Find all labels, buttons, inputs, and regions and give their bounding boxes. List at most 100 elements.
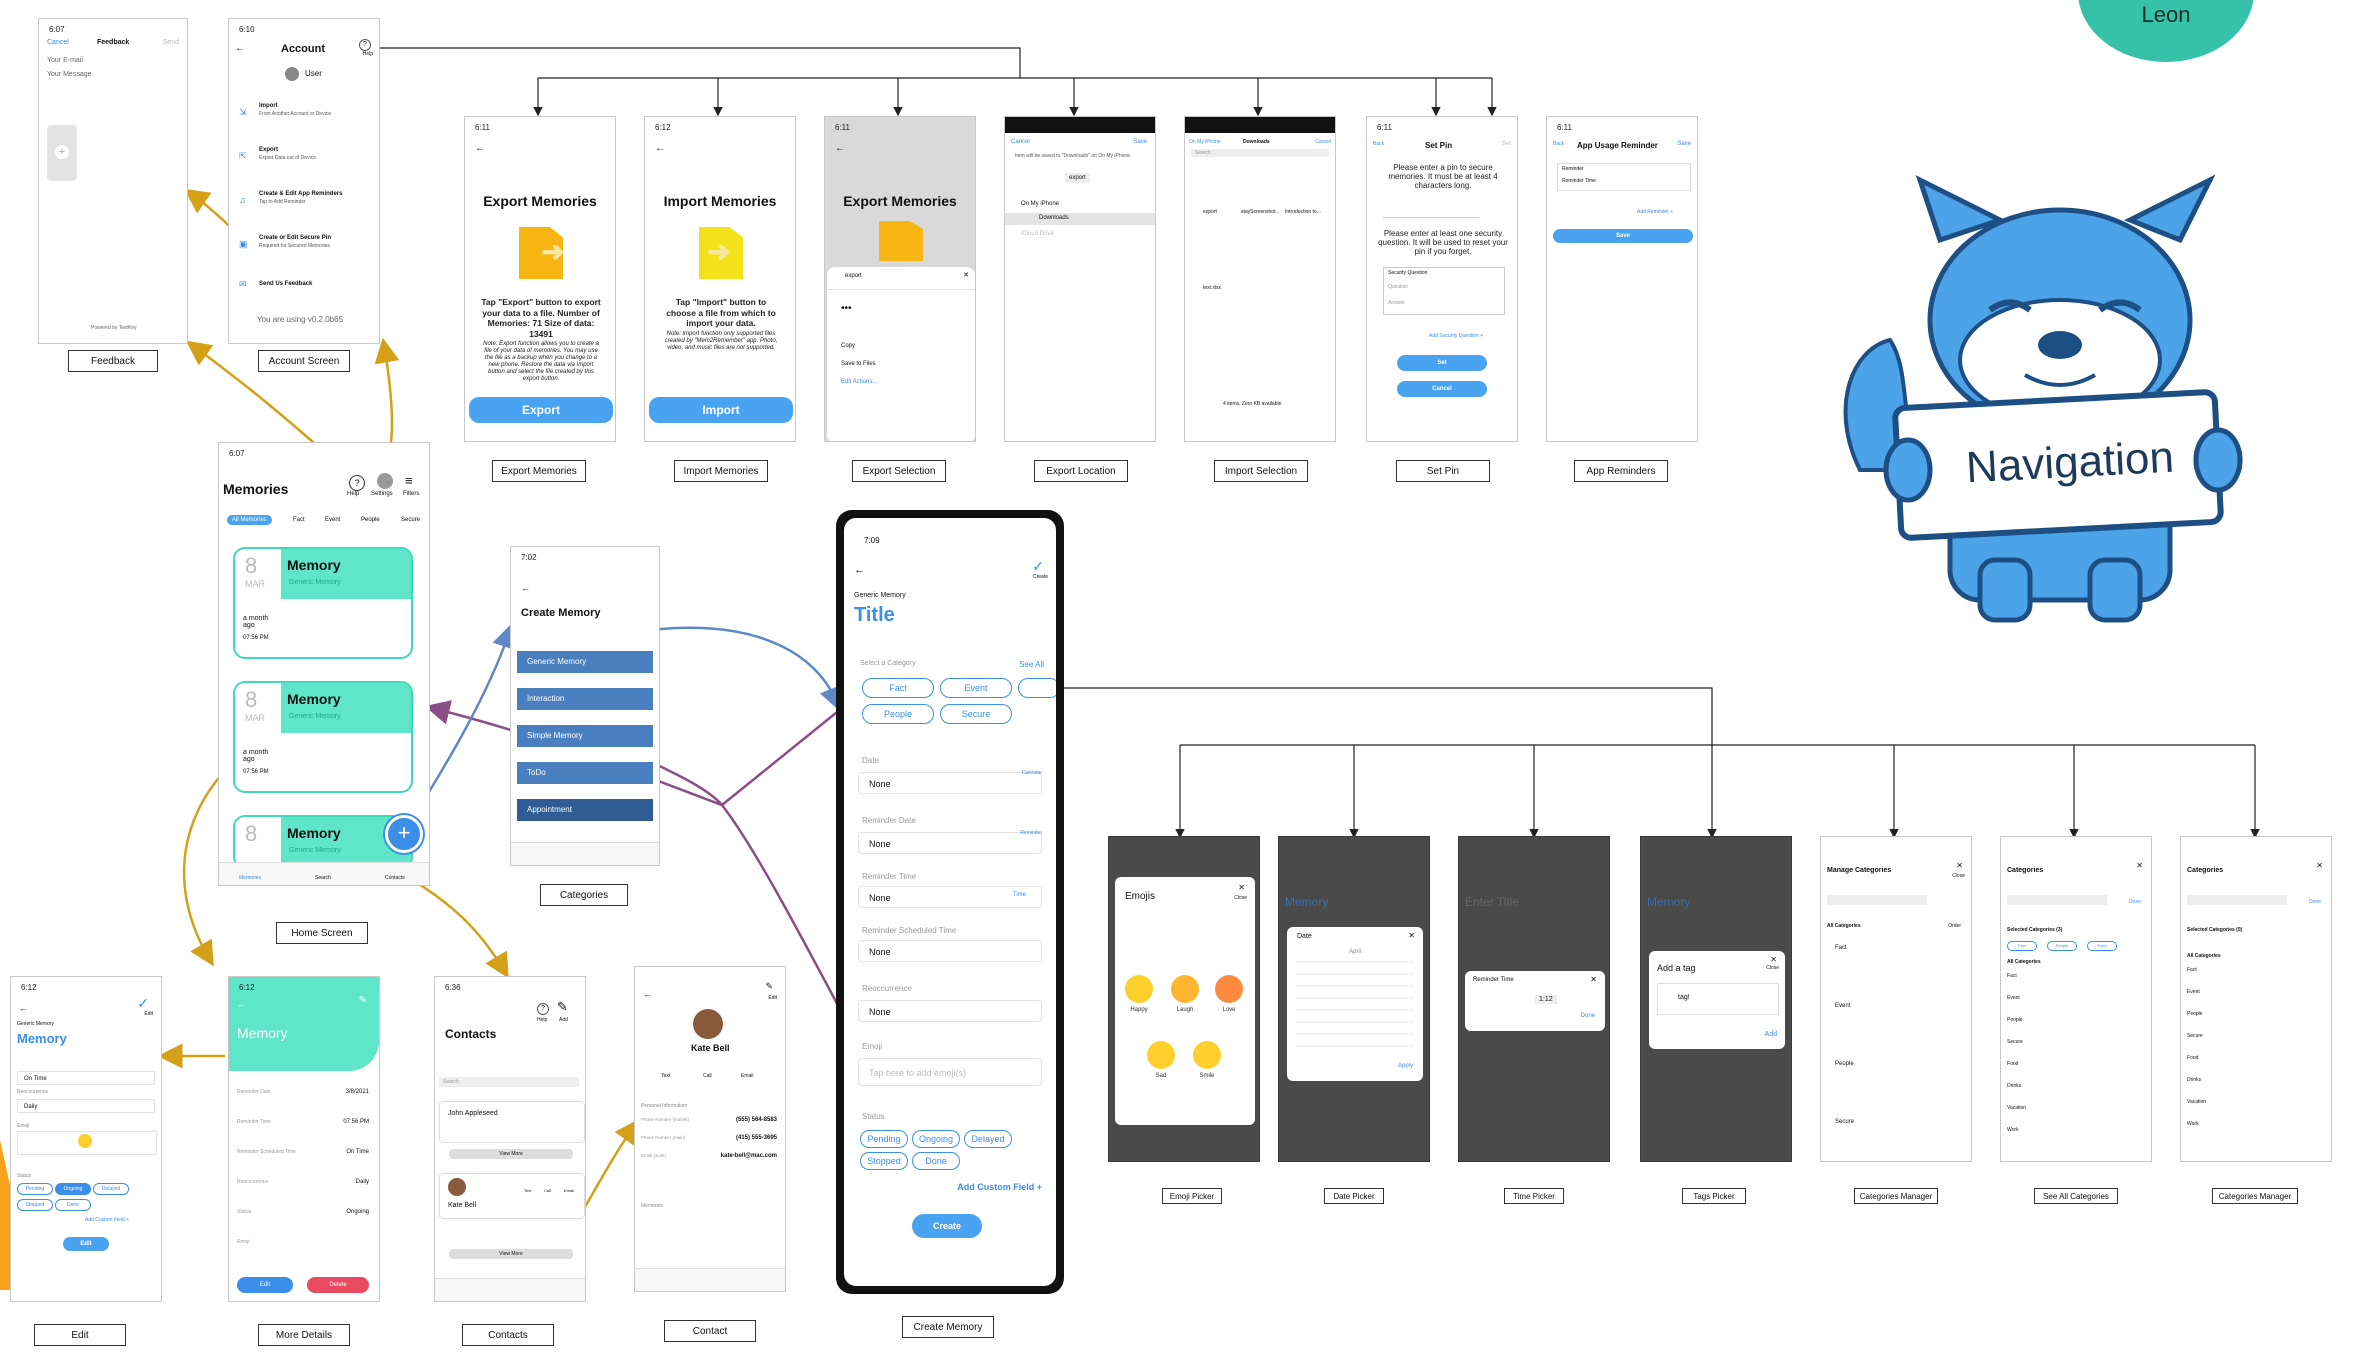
- back-arrow-icon[interactable]: ←: [643, 989, 652, 999]
- selected-chip[interactable]: People: [2047, 941, 2077, 951]
- contact-card[interactable]: John Appleseed: [439, 1101, 585, 1143]
- category-pill-people[interactable]: People: [862, 704, 934, 724]
- add-custom-field-link[interactable]: Add Custom Field +: [957, 1182, 1042, 1192]
- category-row[interactable]: Food: [2187, 1055, 2198, 1061]
- category-row[interactable]: Drinks: [2187, 1077, 2201, 1083]
- back-arrow-icon[interactable]: ←: [235, 43, 245, 54]
- emoji-field[interactable]: Tap here to add emoji(s): [858, 1058, 1042, 1086]
- category-row[interactable]: People: [2007, 1017, 2023, 1023]
- category-pill-secure[interactable]: Secure: [940, 704, 1012, 724]
- category-name-input[interactable]: [1827, 895, 1927, 905]
- reminder-time-row[interactable]: Reminder Time: [1562, 178, 1596, 184]
- edit-button[interactable]: Edit: [237, 1277, 293, 1293]
- location-row[interactable]: Downloads: [1039, 215, 1069, 221]
- status-done[interactable]: Done: [55, 1199, 91, 1211]
- status-stopped[interactable]: Stopped: [17, 1199, 53, 1211]
- share-item-edit[interactable]: Edit Actions...: [841, 379, 877, 385]
- category-row[interactable]: People: [2187, 1011, 2203, 1017]
- back-arrow-icon[interactable]: ←: [655, 143, 665, 154]
- category-pill-event[interactable]: Event: [940, 678, 1012, 698]
- status-pending[interactable]: Pending: [17, 1183, 53, 1195]
- add-contact-icon[interactable]: ✎: [557, 999, 568, 1015]
- category-row[interactable]: Fact: [2007, 973, 2017, 979]
- time-value[interactable]: 1:12: [1535, 995, 1557, 1004]
- filter-icon[interactable]: ≡: [405, 473, 413, 488]
- status-done[interactable]: Done: [912, 1152, 960, 1170]
- emoji-field[interactable]: [17, 1131, 157, 1155]
- category-row[interactable]: Secure: [1835, 1119, 1854, 1125]
- emoji-laugh-icon[interactable]: [1171, 975, 1199, 1003]
- file-item[interactable]: stayScreenshot...: [1241, 209, 1280, 215]
- reminder-label[interactable]: Reminder: [1020, 830, 1042, 836]
- chip-people[interactable]: People: [361, 517, 380, 523]
- time-label[interactable]: Time: [1013, 892, 1026, 898]
- save-button[interactable]: Save: [1553, 229, 1693, 243]
- cancel-button[interactable]: Cancel: [1315, 139, 1331, 145]
- selected-chip[interactable]: Food: [2087, 941, 2117, 951]
- settings-icon[interactable]: [377, 473, 393, 489]
- search-input[interactable]: Search: [1191, 149, 1329, 157]
- category-appointment[interactable]: Appointment: [517, 799, 653, 821]
- daily-field[interactable]: Daily: [17, 1099, 155, 1113]
- date-field[interactable]: None: [858, 772, 1042, 794]
- category-row[interactable]: Secure: [2187, 1033, 2203, 1039]
- memory-card[interactable]: 8 MAR Memory Generic Memory a month ago …: [233, 681, 413, 793]
- category-row[interactable]: Work: [2187, 1121, 2199, 1127]
- category-pill-fact[interactable]: Fact: [862, 678, 934, 698]
- close-icon[interactable]: ✕: [1770, 955, 1777, 964]
- back-button[interactable]: Back: [1553, 141, 1564, 147]
- category-row[interactable]: Event: [2007, 995, 2020, 1001]
- category-pill-more[interactable]: [1018, 678, 1056, 698]
- save-button[interactable]: Save: [1133, 139, 1147, 145]
- text-action[interactable]: Text: [661, 1073, 670, 1079]
- done-button[interactable]: Done: [1581, 1013, 1595, 1019]
- export-button[interactable]: Export: [469, 397, 613, 423]
- menu-item-pin[interactable]: ▣ Create or Edit Secure Pin Required for…: [239, 235, 369, 261]
- text-action[interactable]: Text: [524, 1188, 531, 1193]
- file-name-chip[interactable]: export: [1065, 173, 1090, 183]
- back-button[interactable]: On My iPhone: [1189, 139, 1221, 145]
- feedback-send-button[interactable]: Send: [163, 39, 179, 46]
- chip-fact[interactable]: Fact: [293, 517, 305, 523]
- status-delayed[interactable]: Delayed: [93, 1183, 129, 1195]
- calendar-label[interactable]: Calendar: [1022, 770, 1042, 776]
- attachment-add-button[interactable]: +: [47, 125, 77, 181]
- category-row[interactable]: People: [1835, 1061, 1854, 1067]
- emoji-love-icon[interactable]: [1215, 975, 1243, 1003]
- category-todo[interactable]: ToDo: [517, 762, 653, 784]
- email-action[interactable]: Email: [564, 1188, 574, 1193]
- question-field[interactable]: Question: [1388, 284, 1408, 290]
- search-input[interactable]: [2187, 895, 2287, 905]
- category-row[interactable]: Food: [2007, 1061, 2018, 1067]
- category-row[interactable]: Vacation: [2187, 1099, 2206, 1105]
- category-row[interactable]: Work: [2007, 1127, 2019, 1133]
- cancel-button[interactable]: Cancel: [1397, 381, 1487, 397]
- selected-chip[interactable]: Fact: [2007, 941, 2037, 951]
- back-arrow-icon[interactable]: ←: [835, 143, 845, 154]
- status-delayed[interactable]: Delayed: [964, 1130, 1012, 1148]
- chip-event[interactable]: Event: [325, 517, 340, 523]
- category-row[interactable]: Drinks: [2007, 1083, 2021, 1089]
- set-button-top[interactable]: Set: [1502, 141, 1511, 147]
- call-action[interactable]: Call: [544, 1188, 551, 1193]
- check-icon[interactable]: ✓: [1032, 558, 1044, 575]
- feedback-cancel-button[interactable]: Cancel: [47, 39, 69, 46]
- status-ongoing[interactable]: Ongoing: [55, 1183, 91, 1195]
- category-row[interactable]: Vacation: [2007, 1105, 2026, 1111]
- memory-card[interactable]: 8 MAR Memory Generic Memory a month ago …: [233, 547, 413, 659]
- status-stopped[interactable]: Stopped: [860, 1152, 908, 1170]
- close-icon[interactable]: ✕: [1408, 931, 1415, 940]
- on-time-field[interactable]: On Time: [17, 1071, 155, 1085]
- share-item-save[interactable]: Save to Files: [841, 361, 876, 367]
- view-more-button[interactable]: View More: [449, 1249, 573, 1259]
- close-icon[interactable]: ✕: [1238, 883, 1245, 892]
- pencil-icon[interactable]: ✎: [765, 981, 773, 992]
- email-field[interactable]: Your E-mail: [47, 57, 83, 64]
- call-action[interactable]: Call: [703, 1073, 712, 1079]
- contact-card[interactable]: Kate Bell Text Call Email: [439, 1173, 585, 1219]
- category-generic[interactable]: Generic Memory: [517, 651, 653, 673]
- done-label[interactable]: Done: [2309, 899, 2321, 905]
- status-pending[interactable]: Pending: [860, 1130, 908, 1148]
- add-custom-field-link[interactable]: Add Custom Field +: [85, 1217, 129, 1223]
- import-button[interactable]: Import: [649, 397, 793, 423]
